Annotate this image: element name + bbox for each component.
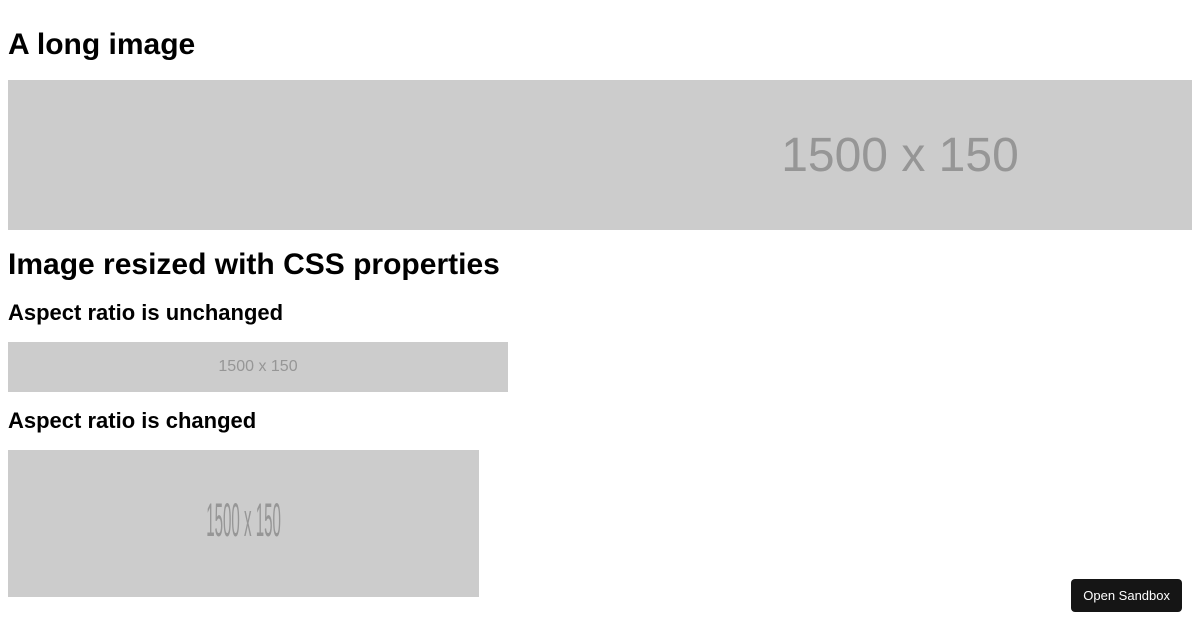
heading-aspect-changed: Aspect ratio is changed	[8, 408, 1192, 434]
placeholder-text: 1500 x 150	[181, 128, 1019, 183]
heading-aspect-unchanged: Aspect ratio is unchanged	[8, 300, 1192, 326]
placeholder-image-large: 1500 x 150	[8, 80, 1192, 230]
placeholder-image-small: 1500 x 150	[8, 342, 508, 392]
heading-resized: Image resized with CSS properties	[8, 248, 1192, 282]
heading-long-image: A long image	[8, 28, 1192, 62]
open-sandbox-button[interactable]: Open Sandbox	[1071, 579, 1182, 612]
placeholder-image-stretched: 1500 x 150	[8, 450, 479, 597]
placeholder-text: 1500 x 150	[206, 497, 281, 550]
placeholder-text: 1500 x 150	[218, 358, 297, 376]
